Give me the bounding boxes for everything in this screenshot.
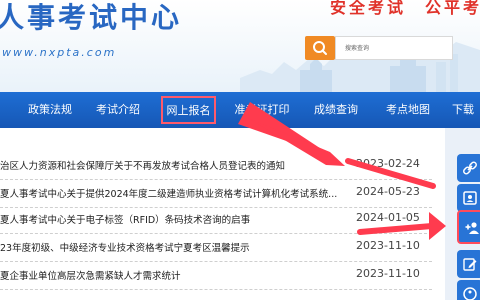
news-item[interactable]: 夏人事考试中心关于提供2024年度二级建造师执业资格考试计算机化考试系统... …: [0, 182, 432, 208]
nav-item-exam-map[interactable]: 考点地图: [382, 92, 434, 128]
news-title[interactable]: 23年度初级、中级经济专业技术资格考试宁夏考区温馨提示: [0, 240, 348, 254]
link-icon: [463, 161, 477, 175]
contacts-icon: [463, 191, 477, 205]
news-item[interactable]: 治区人力资源和社会保障厅关于不再发放考试合格人员登记表的通知 2023-02-2…: [0, 154, 432, 180]
site-header: 人事考试中心 www.nxpta.com 安全考试 公平考: [0, 0, 480, 92]
side-button-contacts[interactable]: [457, 184, 480, 212]
news-item[interactable]: 23年度初级、中级经济专业技术资格考试宁夏考区温馨提示 2023-11-10: [0, 236, 432, 262]
row-divider: [0, 233, 432, 234]
nav-item-download[interactable]: 下载: [452, 92, 480, 128]
nav-item-online-registration[interactable]: 网上报名: [161, 96, 216, 124]
nav-item-admission-ticket[interactable]: 准考证打印: [230, 92, 294, 128]
row-divider: [0, 289, 432, 290]
help-icon: [463, 287, 477, 300]
side-button-edit[interactable]: [457, 250, 480, 278]
main-nav: 政策法规 考试介绍 网上报名 准考证打印 成绩查询 考点地图 下载: [0, 92, 480, 128]
row-divider: [0, 179, 432, 180]
search-input[interactable]: [335, 36, 453, 60]
search-icon: [313, 41, 327, 55]
search-button[interactable]: [305, 36, 335, 60]
nav-item-exam-intro[interactable]: 考试介绍: [92, 92, 144, 128]
page: 人事考试中心 www.nxpta.com 安全考试 公平考 政策法规 考试介绍 …: [0, 0, 480, 300]
news-date: 2023-11-10: [356, 267, 420, 280]
news-item[interactable]: 夏企事业单位高层次急需紧缺人才需求统计 2023-11-10: [0, 264, 432, 290]
news-title[interactable]: 夏企事业单位高层次急需紧缺人才需求统计: [0, 268, 348, 282]
nav-item-score-query[interactable]: 成绩查询: [310, 92, 362, 128]
side-button-link[interactable]: [457, 154, 480, 182]
news-date: 2023-11-10: [356, 239, 420, 252]
news-date: 2024-05-23: [356, 185, 420, 198]
header-slogan: 安全考试 公平考: [330, 0, 480, 17]
side-button-register[interactable]: [457, 210, 480, 244]
side-toolbar: [445, 128, 480, 300]
edit-icon: [463, 258, 477, 271]
news-date: 2023-02-24: [356, 157, 420, 170]
side-button-help[interactable]: [457, 280, 480, 300]
news-date: 2024-01-05: [356, 211, 420, 224]
nav-item-policy[interactable]: 政策法规: [24, 92, 76, 128]
news-title[interactable]: 夏人事考试中心关于提供2024年度二级建造师执业资格考试计算机化考试系统...: [0, 186, 348, 200]
news-item[interactable]: 夏人事考试中心关于电子标签（RFID）条码技术咨询的启事 2024-01-05: [0, 208, 432, 234]
news-title[interactable]: 治区人力资源和社会保障厅关于不再发放考试合格人员登记表的通知: [0, 158, 348, 172]
site-url: www.nxpta.com: [2, 46, 117, 59]
row-divider: [0, 261, 432, 262]
add-user-icon: [465, 222, 479, 234]
news-title[interactable]: 夏人事考试中心关于电子标签（RFID）条码技术咨询的启事: [0, 212, 348, 226]
site-title: 人事考试中心: [0, 1, 183, 34]
